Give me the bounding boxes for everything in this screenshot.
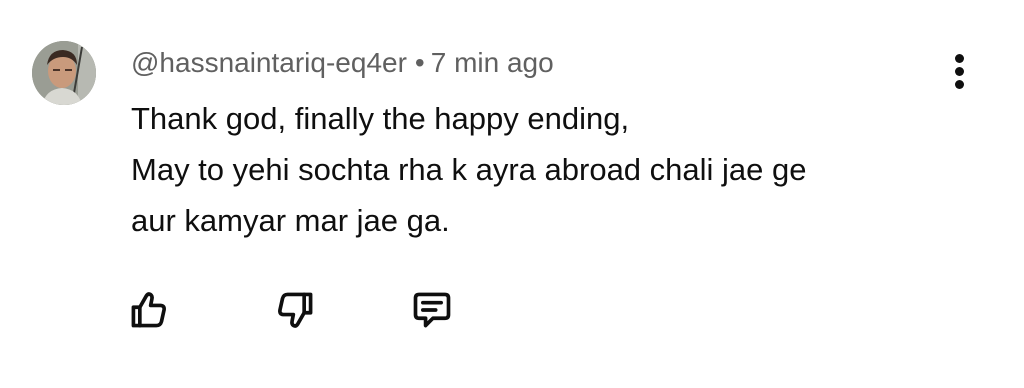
reply-button[interactable] <box>408 286 456 334</box>
comment-line: May to yehi sochta rha k ayra abroad cha… <box>131 152 807 187</box>
comment-timestamp[interactable]: 7 min ago <box>431 47 554 78</box>
more-options-button[interactable] <box>944 50 976 94</box>
thumbs-down-icon <box>278 292 313 328</box>
like-button[interactable] <box>125 286 173 334</box>
author-handle[interactable]: @hassnaintariq-eq4er <box>131 47 407 78</box>
dislike-button[interactable] <box>271 286 319 334</box>
meta-separator: • <box>414 47 425 78</box>
comment-item: @hassnaintariq-eq4er • 7 min ago Thank god… <box>0 0 1024 388</box>
comment-line: aur kamyar mar jae ga. <box>131 203 450 238</box>
comment-body: Thank god, finally the happy ending, May… <box>131 93 807 246</box>
avatar-photo-icon <box>32 41 96 105</box>
thumbs-up-icon <box>131 292 166 328</box>
comment-bubble-icon <box>413 292 451 328</box>
comment-line: Thank god, finally the happy ending, <box>131 101 630 136</box>
comment-header: @hassnaintariq-eq4er • 7 min ago <box>131 44 554 82</box>
avatar[interactable] <box>32 41 96 105</box>
